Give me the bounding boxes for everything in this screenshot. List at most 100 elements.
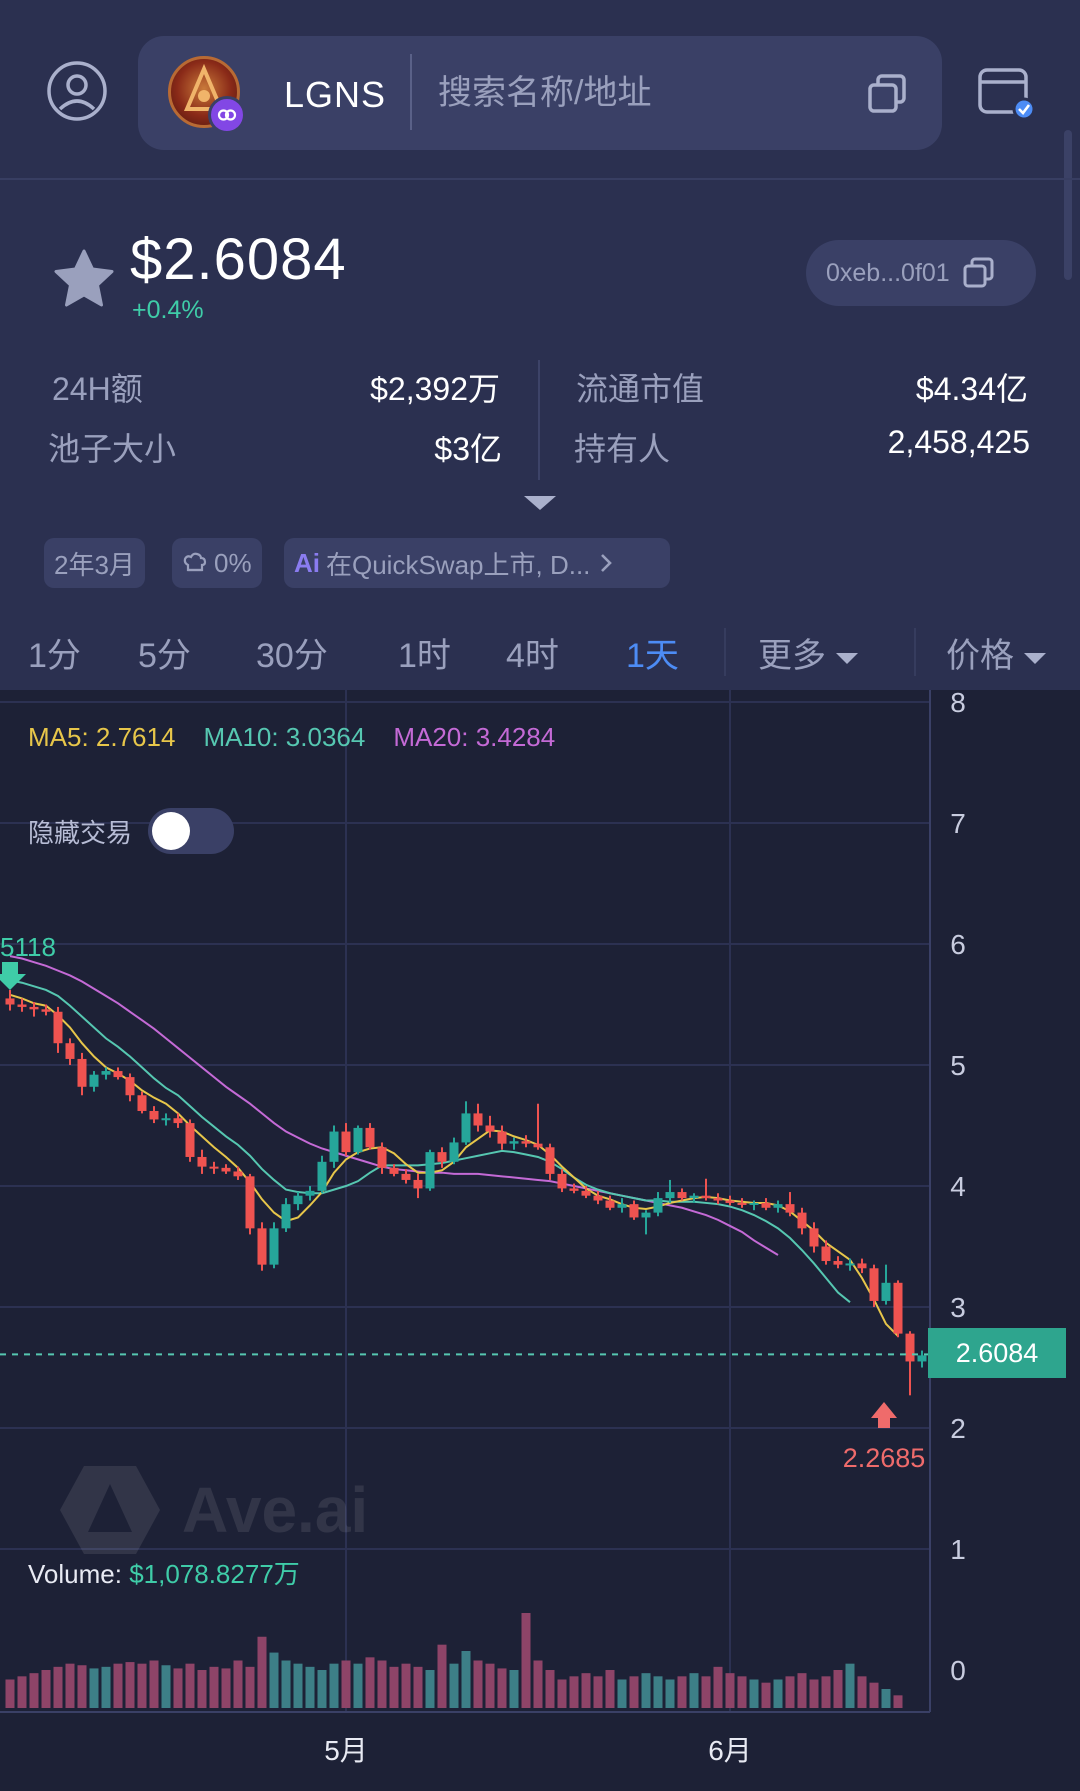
pool-size-value: $3亿	[434, 431, 502, 467]
candle-body	[809, 1228, 819, 1247]
volume-bar	[29, 1673, 39, 1708]
volume-bar	[113, 1663, 123, 1708]
volume-bar	[365, 1657, 375, 1708]
candle-body	[5, 998, 15, 1005]
low-marker-arrow	[871, 1402, 897, 1428]
volume-bar	[473, 1660, 483, 1708]
candle-body	[197, 1156, 207, 1167]
volume-bar	[425, 1670, 435, 1708]
volume-bar	[293, 1663, 303, 1708]
candlestick-chart[interactable]: 0 1 2 3 4 5 6 7 8 5月 6月 5118 2.2685	[0, 690, 1080, 1791]
candle-body	[461, 1113, 471, 1143]
ai-summary-tag[interactable]: Ai 在QuickSwap上市, D...	[284, 538, 670, 588]
candle-body	[209, 1166, 219, 1169]
volume-bar	[725, 1673, 735, 1708]
ma-indicators: MA5: 2.7614 MA10: 3.0364 MA20: 3.4284	[28, 722, 555, 753]
high-price-label: 5118	[0, 932, 56, 962]
tab-30m[interactable]: 30分	[256, 628, 328, 677]
candle-body	[533, 1143, 543, 1148]
tab-1h[interactable]: 1时	[398, 628, 451, 677]
candle-body	[425, 1152, 435, 1189]
volume-bar	[641, 1673, 651, 1708]
chevron-right-icon	[601, 554, 613, 572]
tab-1d[interactable]: 1天	[626, 628, 679, 677]
candle-body	[509, 1141, 519, 1144]
volume-bar	[677, 1676, 687, 1708]
tab-divider	[724, 628, 726, 676]
volume-bar	[689, 1673, 699, 1708]
volume-bar	[77, 1665, 87, 1708]
tab-4h[interactable]: 4时	[506, 628, 559, 677]
ma5-value: MA5: 2.7614	[28, 722, 176, 752]
volume-bar	[101, 1666, 111, 1708]
volume-bar	[173, 1668, 183, 1708]
volume-bar	[245, 1666, 255, 1708]
volume-bar	[5, 1679, 15, 1708]
candle-body	[53, 1011, 63, 1044]
hide-trades-toggle[interactable]	[148, 808, 235, 854]
volume-bar	[137, 1663, 147, 1708]
profile-icon[interactable]	[42, 56, 112, 126]
candle-body	[917, 1355, 927, 1362]
y-tick-label: 6	[950, 929, 966, 960]
kline-chart[interactable]: 0 1 2 3 4 5 6 7 8 5月 6月 5118 2.2685	[0, 690, 1080, 1791]
candle-body	[101, 1071, 111, 1075]
candle-body	[521, 1141, 531, 1144]
expand-stats-icon[interactable]	[524, 496, 556, 510]
candle-body	[149, 1110, 159, 1120]
toggle-knob	[152, 812, 191, 850]
tab-divider	[914, 628, 916, 676]
volume-bar	[389, 1666, 399, 1708]
candle-body	[29, 1006, 39, 1010]
candle-body	[557, 1173, 567, 1189]
wallet-icon[interactable]	[968, 56, 1038, 126]
volume-24h-label: 24H额	[52, 371, 143, 407]
search-input[interactable]	[438, 72, 818, 114]
volume-bar	[773, 1679, 783, 1708]
tab-more[interactable]: 更多	[758, 628, 858, 677]
volume-bar	[581, 1673, 591, 1708]
candle-body	[497, 1131, 507, 1144]
candle-body	[269, 1228, 279, 1265]
copy-icon[interactable]	[866, 72, 910, 121]
price-type-dropdown[interactable]: 价格	[946, 628, 1046, 677]
contract-address-button[interactable]: 0xeb...0f01	[806, 240, 1036, 306]
tab-5m[interactable]: 5分	[138, 628, 191, 677]
volume-bar	[893, 1695, 903, 1708]
volume-bar	[629, 1676, 639, 1708]
candle-body	[737, 1202, 747, 1205]
candle-body	[185, 1123, 195, 1157]
y-tick-label: 7	[950, 808, 966, 839]
star-icon[interactable]	[52, 248, 116, 313]
volume-bar	[785, 1676, 795, 1708]
x-tick-label: 6月	[708, 1735, 752, 1766]
ma10-value: MA10: 3.0364	[203, 722, 366, 752]
volume-bar	[185, 1663, 195, 1708]
tab-1m[interactable]: 1分	[28, 628, 81, 677]
volume-bar	[761, 1682, 771, 1708]
volume-bar	[869, 1682, 879, 1708]
candle-body	[629, 1204, 639, 1218]
token-search-bar[interactable]: LGNS	[138, 36, 942, 150]
y-tick-label: 1	[950, 1534, 966, 1565]
token-age-tag: 2年3月	[44, 538, 145, 588]
chef-hat-icon	[183, 552, 207, 572]
volume-bar	[329, 1663, 339, 1708]
hide-trades-label: 隐藏交易	[28, 817, 133, 848]
volume-bar	[221, 1668, 231, 1708]
ma20-line	[9, 955, 779, 1256]
candle-body	[281, 1204, 291, 1229]
scrollbar[interactable]	[1064, 130, 1072, 280]
candle-body	[389, 1167, 399, 1174]
candle-body	[773, 1204, 783, 1208]
candle-body	[257, 1228, 267, 1265]
volume-bar	[149, 1660, 159, 1708]
volume-bar	[17, 1676, 27, 1708]
y-tick-label: 4	[950, 1171, 966, 1202]
current-price-label: 2.6084	[955, 1337, 1039, 1368]
volume-bar	[665, 1679, 675, 1708]
y-tick-label: 8	[950, 690, 966, 718]
polygon-chain-icon	[208, 96, 246, 134]
interval-tabs: 1分 5分 30分 1时 4时 1天 更多 价格	[0, 614, 1080, 690]
candle-body	[689, 1195, 699, 1199]
